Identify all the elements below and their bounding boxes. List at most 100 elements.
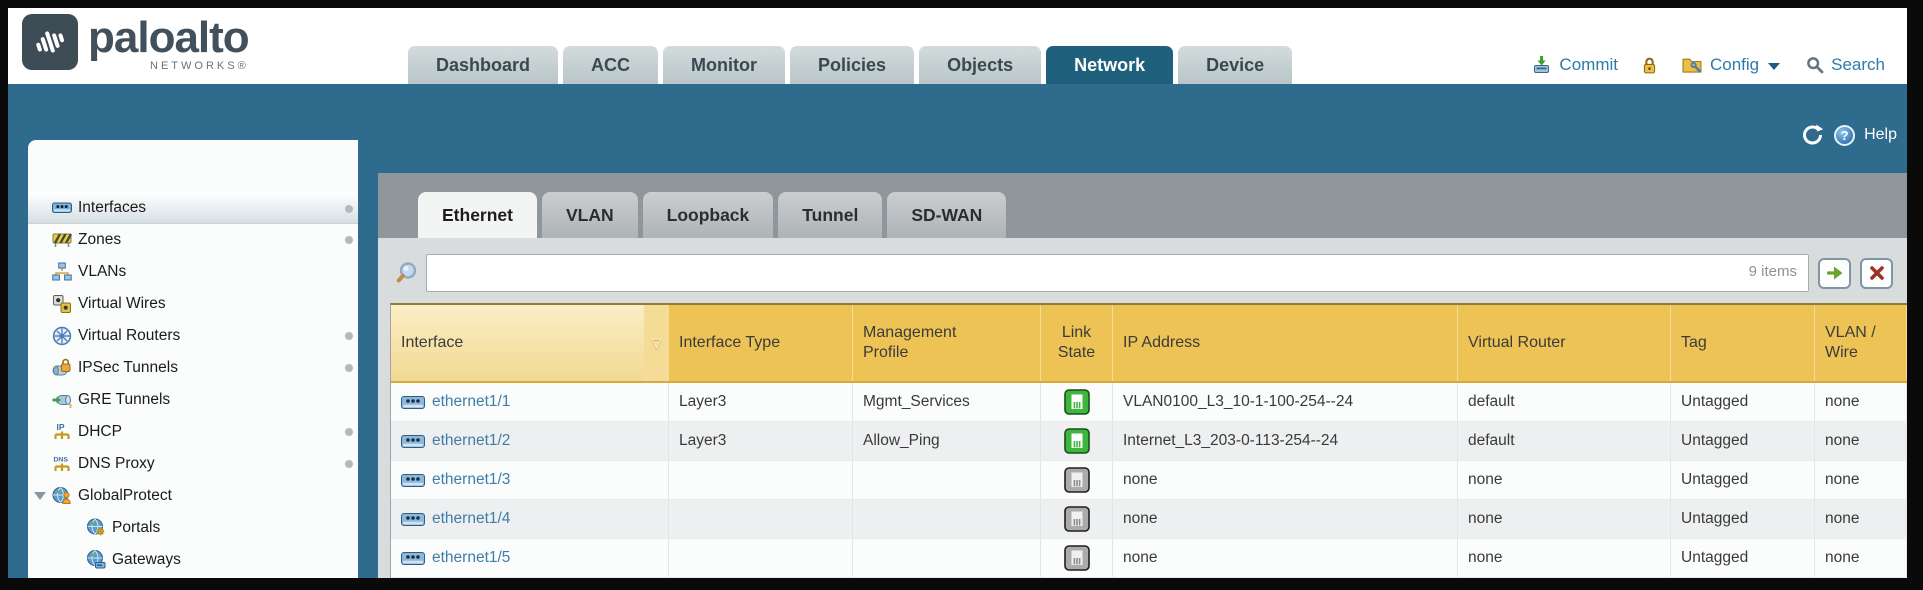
commit-icon[interactable] [1531, 55, 1552, 75]
link-down-icon [1064, 467, 1090, 493]
commit-button[interactable]: Commit [1559, 55, 1618, 75]
interface-link[interactable]: ethernet1/5 [432, 549, 510, 567]
tab-acc[interactable]: ACC [563, 46, 658, 84]
column-header-interface[interactable]: Interface [391, 305, 645, 381]
cell-value: none [1825, 471, 1859, 489]
sidebar-item-ipsec-tunnels[interactable]: IPSec Tunnels [28, 352, 358, 384]
search-button[interactable]: Search [1831, 55, 1885, 75]
tab-dashboard[interactable]: Dashboard [408, 46, 558, 84]
config-caret-icon[interactable] [1768, 63, 1780, 70]
main-nav-tabs: DashboardACCMonitorPoliciesObjectsNetwor… [408, 46, 1292, 84]
sidebar-item-virtual-routers[interactable]: Virtual Routers [28, 320, 358, 352]
interface-link[interactable]: ethernet1/1 [432, 393, 510, 411]
status-dot [345, 364, 353, 372]
help-link[interactable]: Help [1864, 126, 1897, 144]
link-down-icon [1064, 545, 1090, 571]
sidebar-item-label: Gateways [112, 551, 181, 569]
svg-text:IP: IP [57, 422, 65, 432]
apply-filter-button[interactable] [1818, 258, 1851, 289]
cell-value: none [1825, 393, 1859, 411]
gateways-icon [86, 550, 106, 570]
tab-sd-wan[interactable]: SD-WAN [887, 192, 1006, 238]
globalprotect-icon [52, 486, 72, 506]
clear-filter-button[interactable] [1860, 258, 1893, 289]
tab-loopback[interactable]: Loopback [643, 192, 774, 238]
header-actions: Commit Config Search [1531, 48, 1885, 82]
cell-value: Mgmt_Services [863, 393, 970, 411]
gre-tunnels-icon [52, 390, 72, 410]
interface-link[interactable]: ethernet1/4 [432, 510, 510, 528]
tab-vlan[interactable]: VLAN [542, 192, 638, 238]
dhcp-icon: IP [52, 422, 72, 442]
tab-device[interactable]: Device [1178, 46, 1292, 84]
cell-value: default [1468, 393, 1515, 411]
table-row[interactable]: ethernet1/4nonenoneUntaggednone [391, 500, 1907, 539]
tab-tunnel[interactable]: Tunnel [778, 192, 882, 238]
sidebar-item-globalprotect[interactable]: GlobalProtect [28, 480, 358, 512]
filter-search-icon[interactable] [396, 260, 422, 286]
filter-input[interactable] [426, 254, 1809, 292]
sort-arrow-icon[interactable] [645, 305, 669, 381]
link-up-icon [1064, 428, 1090, 454]
sidebar-item-portals[interactable]: Portals [28, 512, 358, 544]
table-row[interactable]: ethernet1/2Layer3Allow_PingInternet_L3_2… [391, 422, 1907, 461]
column-header-ip-address[interactable]: IP Address [1113, 305, 1458, 381]
port-icon [401, 513, 425, 526]
refresh-icon[interactable] [1801, 124, 1825, 146]
tab-monitor[interactable]: Monitor [663, 46, 785, 84]
search-icon[interactable] [1806, 56, 1824, 74]
sidebar-list: Interfaces ZonesVLANsVirtual WiresVirtual… [28, 140, 358, 576]
interface-link[interactable]: ethernet1/2 [432, 432, 510, 450]
column-header-tag[interactable]: Tag [1671, 305, 1815, 381]
sidebar-item-vlans[interactable]: VLANs [28, 256, 358, 288]
tab-policies[interactable]: Policies [790, 46, 914, 84]
portals-icon [86, 518, 106, 538]
tab-objects[interactable]: Objects [919, 46, 1041, 84]
sidebar-item-label: Interfaces [78, 199, 146, 217]
expander-down-icon[interactable] [34, 492, 46, 500]
sidebar-item-label: DHCP [78, 423, 122, 441]
column-header-vlan-wire[interactable]: VLAN / Wire [1815, 305, 1907, 381]
column-header-interface-type[interactable]: Interface Type [669, 305, 853, 381]
cell-value: VLAN0100_L3_10-1-100-254--24 [1123, 393, 1353, 411]
sidebar-item-label: GRE Tunnels [78, 391, 170, 409]
column-header-label: IP Address [1123, 333, 1200, 353]
config-button[interactable]: Config [1710, 55, 1759, 75]
dns-proxy-icon: DNS [52, 454, 72, 474]
top-header: paloalto NETWORKS® DashboardACCMonitorPo… [8, 8, 1907, 84]
sidebar-item-zones[interactable]: Zones [28, 224, 358, 256]
status-dot [345, 236, 353, 244]
table-row[interactable]: ethernet1/3nonenoneUntaggednone [391, 461, 1907, 500]
table-row[interactable]: ethernet1/5nonenoneUntaggednone [391, 539, 1907, 578]
lock-icon[interactable] [1640, 56, 1659, 75]
sidebar-item-dhcp[interactable]: IP DHCP [28, 416, 358, 448]
column-header-label: Tag [1681, 333, 1707, 353]
interface-link[interactable]: ethernet1/3 [432, 471, 510, 489]
sidebar-item-dns-proxy[interactable]: DNSDNS Proxy [28, 448, 358, 480]
column-header-management-profile[interactable]: Management Profile [853, 305, 1041, 381]
config-icon[interactable] [1681, 55, 1703, 75]
virtual-wires-icon [52, 294, 72, 314]
cell-value: Untagged [1681, 393, 1748, 411]
column-header-link-state[interactable]: Link State [1041, 305, 1113, 381]
status-dot [345, 460, 353, 468]
brand-text: paloalto [88, 13, 249, 62]
zones-icon [52, 230, 72, 250]
column-header-label: Interface [401, 333, 463, 353]
sidebar-item-virtual-wires[interactable]: Virtual Wires [28, 288, 358, 320]
help-icon[interactable]: ? [1834, 125, 1855, 146]
cell-value: Untagged [1681, 510, 1748, 528]
sidebar-item-interfaces[interactable]: Interfaces [28, 192, 358, 224]
table-row[interactable]: ethernet1/1Layer3Mgmt_ServicesVLAN0100_L… [391, 383, 1907, 422]
sidebar-item-gateways[interactable]: Gateways [28, 544, 358, 576]
cell-value: Internet_L3_203-0-113-254--24 [1123, 432, 1338, 450]
network-sidebar: Interfaces ZonesVLANsVirtual WiresVirtual… [28, 140, 358, 578]
column-header-virtual-router[interactable]: Virtual Router [1458, 305, 1671, 381]
cell-value: Untagged [1681, 432, 1748, 450]
tab-ethernet[interactable]: Ethernet [418, 192, 537, 238]
table-header-row: Interface Interface TypeManagement Profil… [391, 305, 1907, 383]
port-icon [401, 552, 425, 565]
column-header-label: VLAN / Wire [1825, 323, 1896, 363]
tab-network[interactable]: Network [1046, 46, 1173, 84]
sidebar-item-gre-tunnels[interactable]: GRE Tunnels [28, 384, 358, 416]
